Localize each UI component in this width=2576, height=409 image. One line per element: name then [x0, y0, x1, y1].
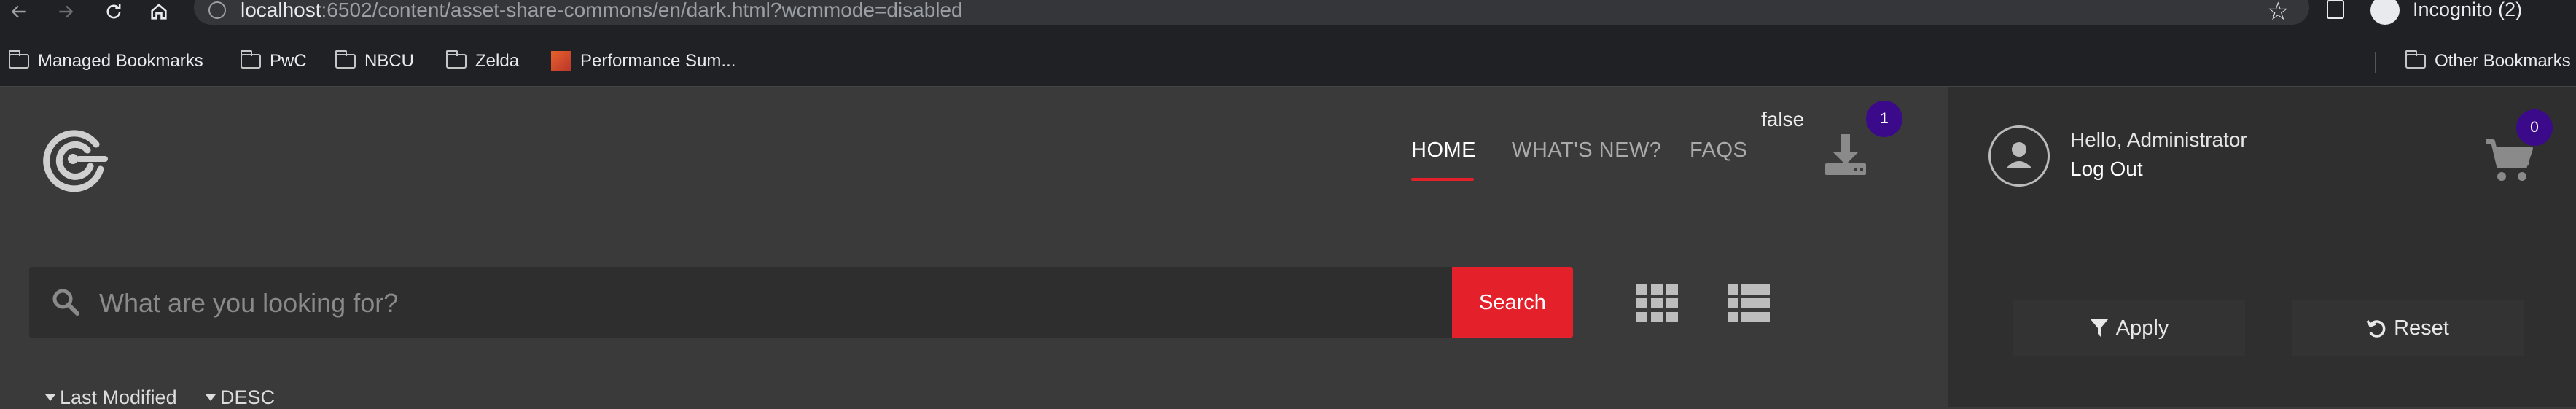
- nav-whats-new[interactable]: WHAT'S NEW?: [1512, 139, 1661, 163]
- side-panel-icon[interactable]: [2327, 0, 2344, 19]
- caret-down-icon: [206, 394, 216, 401]
- sort-order-label: DESC: [220, 386, 276, 408]
- reset-label: Reset: [2394, 316, 2449, 340]
- download-icon[interactable]: [1822, 131, 1869, 182]
- forward-icon[interactable]: [51, 0, 80, 23]
- sort-field-label: Last Modified: [60, 386, 177, 408]
- apply-button[interactable]: Apply: [2013, 300, 2245, 356]
- list-view-icon[interactable]: [1728, 284, 1770, 326]
- grid-view-icon[interactable]: [1636, 284, 1678, 326]
- bookmark-other[interactable]: Other Bookmarks: [2405, 45, 2571, 77]
- filter-icon: [2090, 319, 2108, 337]
- bookmark-label: Managed Bookmarks: [38, 51, 203, 71]
- bookmark-label: NBCU: [364, 51, 415, 71]
- debug-text: false: [1761, 108, 1805, 131]
- nav-home[interactable]: HOME: [1411, 139, 1476, 163]
- bookmark-managed[interactable]: Managed Bookmarks: [9, 45, 203, 77]
- bookmark-label: PwC: [270, 51, 307, 71]
- avatar[interactable]: [1988, 125, 2050, 187]
- bookmark-label: Zelda: [475, 51, 520, 71]
- main-area: [0, 87, 1948, 407]
- bookmark-pwc[interactable]: PwC: [241, 45, 307, 77]
- caret-down-icon: [45, 394, 55, 401]
- reset-button[interactable]: Reset: [2292, 300, 2524, 356]
- cart-icon[interactable]: [2484, 139, 2534, 186]
- folder-icon: [335, 50, 356, 69]
- nav-faqs[interactable]: FAQS: [1690, 139, 1747, 163]
- search-button[interactable]: Search: [1452, 267, 1573, 338]
- site-info-icon[interactable]: [208, 1, 226, 19]
- bookmark-nbcu[interactable]: NBCU: [335, 45, 414, 77]
- bookmark-zelda[interactable]: Zelda: [446, 45, 519, 77]
- folder-icon: [446, 50, 467, 69]
- apply-label: Apply: [2115, 316, 2169, 340]
- logo-icon[interactable]: [38, 122, 111, 199]
- logout-link[interactable]: Log Out: [2070, 157, 2143, 181]
- bookmark-performance[interactable]: Performance Sum...: [551, 45, 735, 77]
- cart-count-badge: 0: [2516, 109, 2553, 146]
- url-host: localhost: [241, 0, 321, 21]
- download-count-badge: 1: [1866, 101, 1902, 137]
- star-icon[interactable]: ☆: [2267, 0, 2289, 26]
- folder-icon: [9, 50, 29, 69]
- search-icon: [51, 287, 80, 320]
- url-text[interactable]: localhost:6502/content/asset-share-commo…: [241, 0, 963, 22]
- home-icon[interactable]: [144, 0, 173, 23]
- folder-icon: [241, 50, 261, 69]
- folder-icon: [2405, 50, 2426, 69]
- reload-icon[interactable]: [99, 0, 128, 23]
- user-icon: [2006, 142, 2032, 168]
- user-greeting: Hello, Administrator: [2070, 128, 2247, 151]
- sort-field-dropdown[interactable]: Last Modified: [45, 386, 177, 409]
- search-input[interactable]: [98, 278, 1413, 328]
- browser-address-bar: localhost:6502/content/asset-share-commo…: [0, 0, 2576, 39]
- sort-order-dropdown[interactable]: DESC: [206, 386, 275, 409]
- bookmark-label: Other Bookmarks: [2435, 51, 2571, 71]
- performance-icon: [551, 51, 571, 71]
- nav-home-underline: [1411, 178, 1474, 181]
- bookmark-label: Performance Sum...: [580, 51, 736, 71]
- profile-label[interactable]: Incognito (2): [2413, 0, 2522, 21]
- incognito-icon[interactable]: [2370, 0, 2400, 25]
- back-icon[interactable]: [4, 0, 34, 23]
- bookmarks-divider: [2375, 52, 2376, 73]
- url-path: :6502/content/asset-share-commons/en/dar…: [321, 0, 963, 21]
- undo-icon: [2366, 320, 2386, 338]
